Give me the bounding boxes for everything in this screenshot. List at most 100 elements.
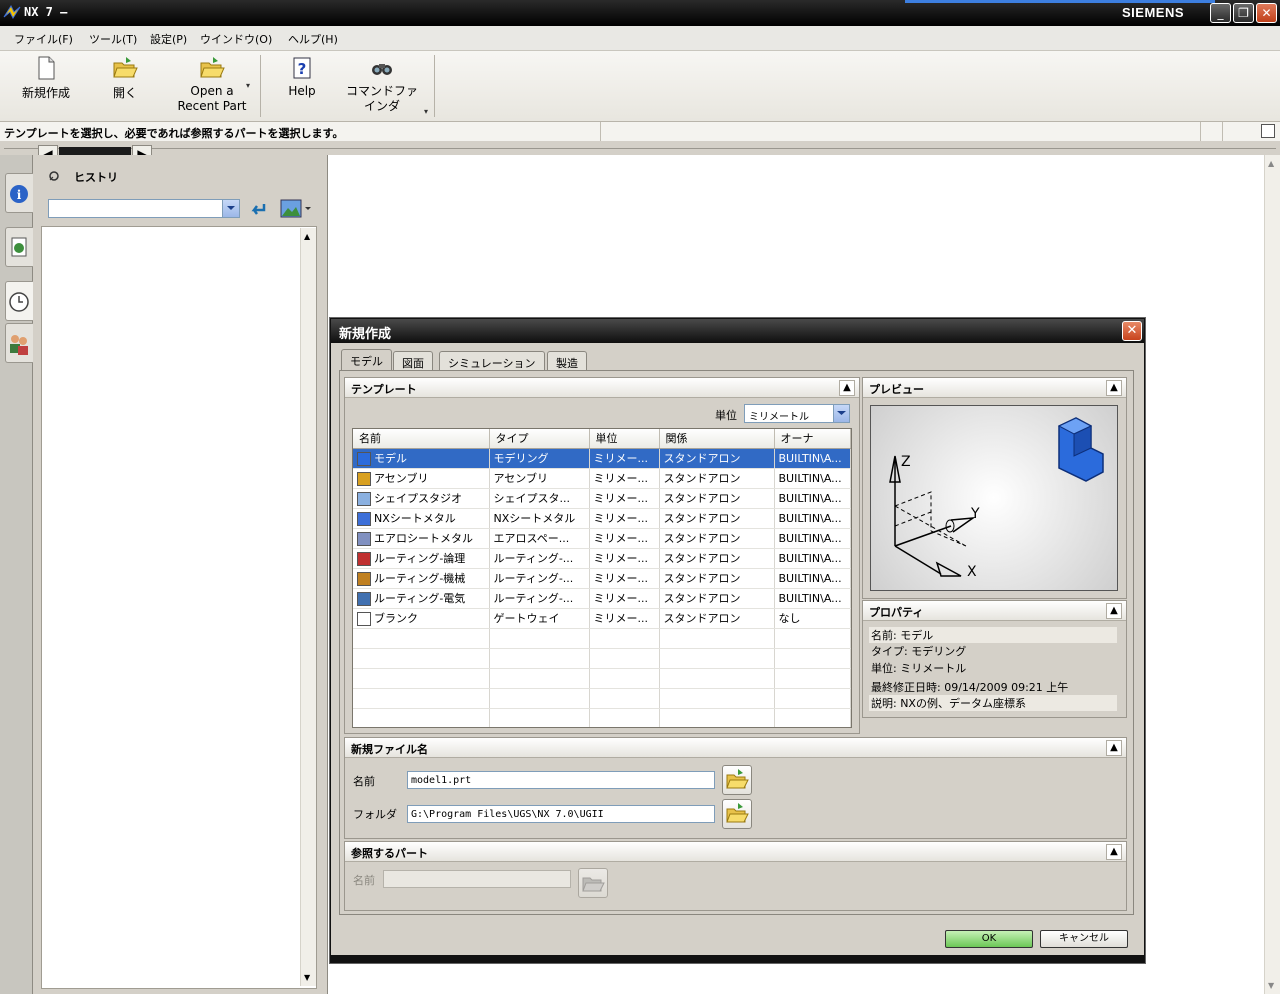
column-header-units[interactable]: 単位 — [589, 429, 660, 449]
help-button[interactable]: ? Help — [280, 55, 324, 98]
svg-text:i: i — [17, 188, 22, 202]
file-name-input[interactable] — [407, 771, 715, 789]
command-finder-button[interactable]: コマンドファ インダ — [342, 55, 422, 114]
template-cell-text: スタンドアロン — [663, 572, 741, 585]
history-list[interactable] — [41, 226, 317, 989]
menu-tools[interactable]: ツール(T) — [89, 31, 137, 47]
browse-folder-button[interactable] — [722, 799, 752, 829]
collapse-icon[interactable]: ▲ — [1106, 380, 1122, 396]
template-cell: モデリング — [489, 448, 590, 469]
template-row[interactable]: シェイプスタジオ シェイプスタ... ミリメー... スタンドアロン BUILTIN\A… — [353, 488, 851, 509]
template-row[interactable]: ルーティング-論理 ルーティング-... ミリメー... スタンドアロン BUILTIN… — [353, 548, 851, 569]
template-row[interactable]: ルーティング-機械 ルーティング-... ミリメー... スタンドアロン BUILTIN… — [353, 568, 851, 589]
history-filter-combo[interactable] — [48, 199, 240, 218]
template-cell-text: スタンドアロン — [663, 512, 741, 525]
axis-x-label: X — [967, 564, 977, 580]
template-row[interactable]: アセンブリ アセンブリ ミリメー... スタンドアロン BUILTIN\A... — [353, 468, 851, 489]
scroll-down-icon[interactable]: ▼ — [304, 973, 310, 982]
new-file-name-header[interactable]: 新規ファイル名 ▲ — [345, 738, 1126, 758]
tab-drawing[interactable]: 図面 — [393, 351, 433, 371]
picture-view-icon[interactable] — [280, 199, 312, 219]
chevron-down-icon[interactable] — [833, 405, 849, 422]
new-button[interactable]: 新規作成 — [16, 55, 76, 101]
browse-reference-button[interactable] — [578, 868, 608, 898]
ok-button[interactable]: OK — [945, 930, 1033, 948]
minimize-button[interactable]: _ — [1210, 3, 1231, 23]
menu-window[interactable]: ウインドウ(O) — [200, 31, 272, 47]
properties-section-header[interactable]: プロパティ ▲ — [863, 601, 1126, 621]
template-cell: NXシートメタル — [489, 508, 590, 529]
folder-input[interactable] — [407, 805, 715, 823]
empty-cell — [774, 628, 851, 649]
resource-web-browser-button[interactable] — [5, 227, 33, 267]
template-cell-text: NXシートメタル — [493, 512, 576, 525]
column-header-type[interactable]: タイプ — [489, 429, 590, 449]
template-cell-text: スタンドアロン — [663, 552, 741, 565]
browse-name-button[interactable] — [722, 765, 752, 795]
column-header-name[interactable]: 名前 — [353, 429, 490, 449]
tab-manufacturing[interactable]: 製造 — [547, 351, 587, 371]
history-scrollbar[interactable]: ▲ ▼ — [300, 228, 316, 986]
command-finder-dropdown-icon[interactable]: ▾ — [424, 107, 428, 116]
template-cell: ミリメー... — [589, 548, 660, 569]
dialog-close-button[interactable]: ✕ — [1122, 321, 1142, 341]
open-button[interactable]: 開く — [100, 55, 150, 101]
template-cell: スタンドアロン — [659, 508, 775, 529]
templates-section: テンプレート ▲ 単位 ミリメートル 名前 タイプ 単位 関係 オーナ モデル … — [344, 377, 860, 734]
window-close-button[interactable]: ✕ — [1256, 3, 1277, 23]
resource-info-button[interactable]: i — [5, 173, 33, 213]
tab-simulation[interactable]: シミュレーション — [439, 351, 545, 371]
empty-cell — [589, 628, 660, 649]
template-cell: BUILTIN\A... — [774, 508, 851, 529]
tab-model[interactable]: モデル — [341, 349, 392, 371]
chevron-down-icon[interactable] — [222, 200, 239, 217]
template-cell-text: BUILTIN\A... — [778, 491, 842, 505]
resource-history-button[interactable] — [5, 281, 33, 321]
collapse-icon[interactable]: ▲ — [1106, 844, 1122, 860]
template-row[interactable]: ルーティング-電気 ルーティング-... ミリメー... スタンドアロン BUILTIN… — [353, 588, 851, 609]
preview-section-header[interactable]: プレビュー ▲ — [863, 378, 1126, 398]
open-recent-button[interactable]: Open a Recent Part — [172, 55, 252, 114]
nx-logo-icon — [3, 4, 21, 20]
scroll-down-icon[interactable]: ▼ — [1268, 981, 1274, 990]
pin-icon[interactable] — [48, 170, 60, 182]
scroll-up-icon[interactable]: ▲ — [1268, 159, 1274, 168]
reference-name-input[interactable] — [383, 870, 571, 888]
menu-preferences[interactable]: 設定(P) — [150, 31, 187, 47]
restore-button[interactable]: ❐ — [1233, 3, 1254, 23]
command-finder-label-1: コマンドファ — [345, 84, 418, 98]
preview-image: Z Y X — [870, 405, 1118, 591]
templates-section-title: テンプレート — [351, 383, 417, 396]
template-row[interactable]: ブランク ゲートウェイ ミリメー... スタンドアロン なし — [353, 608, 851, 629]
templates-section-header[interactable]: テンプレート ▲ — [345, 378, 859, 398]
template-cell: ルーティング-... — [489, 568, 590, 589]
template-cell: シェイプスタジオ — [353, 488, 490, 509]
units-select[interactable]: ミリメートル — [744, 404, 850, 423]
scroll-up-icon[interactable]: ▲ — [304, 232, 310, 241]
template-cell-text: スタンドアロン — [663, 452, 741, 465]
reference-part-header[interactable]: 参照するパート ▲ — [345, 842, 1126, 862]
column-header-owner[interactable]: オーナ — [774, 429, 851, 449]
template-cell: スタンドアロン — [659, 468, 775, 489]
template-cell: BUILTIN\A... — [774, 488, 851, 509]
fullscreen-toggle-icon[interactable] — [1261, 124, 1275, 138]
column-header-relation[interactable]: 関係 — [659, 429, 775, 449]
cancel-button[interactable]: キャンセル — [1040, 930, 1128, 948]
graphics-scrollbar[interactable]: ▲ ▼ — [1264, 155, 1280, 994]
undo-arrow-icon[interactable] — [248, 200, 268, 218]
open-recent-dropdown-icon[interactable]: ▾ — [246, 81, 250, 90]
template-row[interactable]: エアロシートメタル エアロスペー... ミリメー... スタンドアロン BUILTIN\… — [353, 528, 851, 549]
resource-roles-button[interactable] — [5, 323, 33, 363]
template-cell: BUILTIN\A... — [774, 548, 851, 569]
collapse-icon[interactable]: ▲ — [1106, 740, 1122, 756]
menu-help[interactable]: ヘルプ(H) — [288, 31, 338, 47]
collapse-icon[interactable]: ▲ — [839, 380, 855, 396]
toolbar: 新規作成 開く Open a Recent Part ▾ ? Help コマンド… — [0, 51, 1280, 122]
menu-file[interactable]: ファイル(F) — [14, 31, 73, 47]
template-cell: スタンドアロン — [659, 568, 775, 589]
template-row[interactable]: NXシートメタル NXシートメタル ミリメー... スタンドアロン BUILTIN\A.… — [353, 508, 851, 529]
collapse-icon[interactable]: ▲ — [1106, 603, 1122, 619]
template-cell: ルーティング-論理 — [353, 548, 490, 569]
title-accent-line — [905, 0, 1215, 3]
template-row[interactable]: モデル モデリング ミリメー... スタンドアロン BUILTIN\A... — [353, 448, 851, 469]
